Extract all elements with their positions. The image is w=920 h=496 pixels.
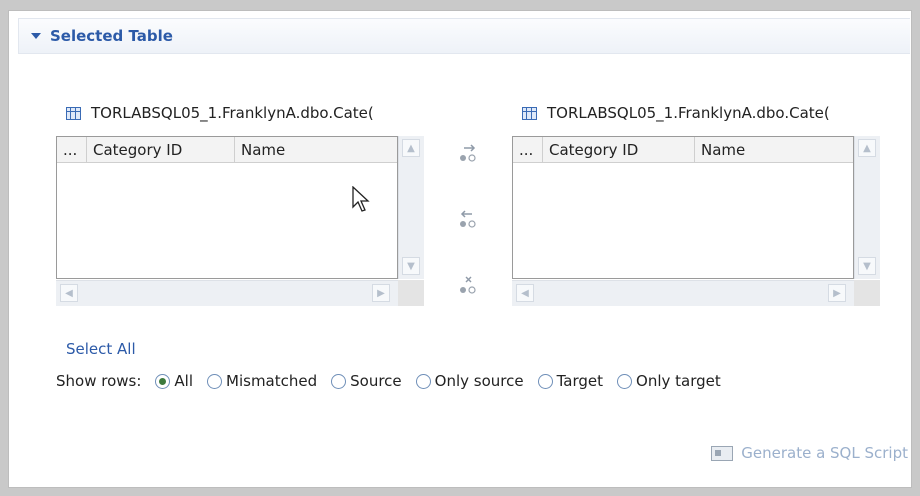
scroll-right-icon[interactable]: ▶ xyxy=(828,284,846,302)
scroll-corner xyxy=(854,280,880,306)
copy-to-source-button[interactable] xyxy=(454,206,482,234)
section-title: Selected Table xyxy=(50,27,173,45)
table-icon xyxy=(66,106,81,120)
radio-target-label: Target xyxy=(556,372,604,390)
delete-row-icon xyxy=(460,276,476,294)
section-header[interactable]: Selected Table xyxy=(18,18,910,54)
sql-script-icon xyxy=(711,445,734,461)
radio-only-target[interactable]: Only target xyxy=(617,372,721,390)
radio-all[interactable]: All xyxy=(155,372,193,390)
generate-sql-script-button[interactable]: Generate a SQL Script xyxy=(711,444,908,462)
scroll-left-icon[interactable]: ◀ xyxy=(516,284,534,302)
show-rows-label: Show rows: xyxy=(56,372,142,390)
copy-to-target-icon xyxy=(460,144,476,162)
scroll-right-icon[interactable]: ▶ xyxy=(372,284,390,302)
left-table-grid[interactable]: ... Category ID Name xyxy=(56,136,398,279)
radio-all-label: All xyxy=(174,372,194,390)
left-vertical-scrollbar[interactable]: ▲ ▼ xyxy=(398,136,424,279)
scroll-left-icon[interactable]: ◀ xyxy=(60,284,78,302)
left-table-name: TORLABSQL05_1.FranklynA.dbo.Cate( xyxy=(91,104,374,122)
column-header-name[interactable]: Name xyxy=(695,137,853,163)
right-table-grid[interactable]: ... Category ID Name xyxy=(512,136,854,279)
generate-sql-script-label: Generate a SQL Script xyxy=(741,444,908,462)
radio-mismatched[interactable]: Mismatched xyxy=(207,372,317,390)
copy-to-target-button[interactable] xyxy=(454,140,482,168)
radio-target[interactable]: Target xyxy=(537,372,604,390)
left-horizontal-scrollbar[interactable]: ◀ ▶ xyxy=(56,280,398,306)
right-vertical-scrollbar[interactable]: ▲ ▼ xyxy=(854,136,880,279)
right-table-title: TORLABSQL05_1.FranklynA.dbo.Cate( xyxy=(522,103,876,123)
column-header-name[interactable]: Name xyxy=(235,137,397,163)
radio-selected-icon[interactable] xyxy=(155,373,171,389)
radio-source[interactable]: Source xyxy=(331,372,402,390)
left-table-header: ... Category ID Name xyxy=(57,137,397,163)
radio-icon[interactable] xyxy=(617,373,633,389)
scroll-down-icon[interactable]: ▼ xyxy=(402,257,420,275)
delete-row-button[interactable] xyxy=(454,272,482,300)
mouse-cursor-icon xyxy=(352,186,370,212)
column-header-more[interactable]: ... xyxy=(513,137,543,163)
scroll-corner xyxy=(398,280,424,306)
radio-icon[interactable] xyxy=(207,373,223,389)
table-icon xyxy=(522,106,537,120)
radio-icon[interactable] xyxy=(415,373,431,389)
right-table-header: ... Category ID Name xyxy=(513,137,853,163)
left-table-title: TORLABSQL05_1.FranklynA.dbo.Cate( xyxy=(66,103,422,123)
right-horizontal-scrollbar[interactable]: ◀ ▶ xyxy=(512,280,854,306)
right-table-name: TORLABSQL05_1.FranklynA.dbo.Cate( xyxy=(547,104,830,122)
radio-only-source-label: Only source xyxy=(434,372,524,390)
radio-icon[interactable] xyxy=(537,373,553,389)
scroll-down-icon[interactable]: ▼ xyxy=(858,257,876,275)
select-all-link[interactable]: Select All xyxy=(66,340,136,358)
radio-icon[interactable] xyxy=(331,373,347,389)
copy-to-source-icon xyxy=(460,210,476,228)
radio-source-label: Source xyxy=(350,372,402,390)
column-header-more[interactable]: ... xyxy=(57,137,87,163)
scroll-up-icon[interactable]: ▲ xyxy=(858,139,876,157)
radio-mismatched-label: Mismatched xyxy=(226,372,318,390)
column-header-category-id[interactable]: Category ID xyxy=(87,137,235,163)
show-rows-filter: Show rows: All Mismatched Source Only so… xyxy=(56,372,721,390)
collapse-triangle-icon[interactable] xyxy=(31,33,41,39)
column-header-category-id[interactable]: Category ID xyxy=(543,137,695,163)
scroll-up-icon[interactable]: ▲ xyxy=(402,139,420,157)
radio-only-target-label: Only target xyxy=(636,372,721,390)
radio-only-source[interactable]: Only source xyxy=(415,372,524,390)
